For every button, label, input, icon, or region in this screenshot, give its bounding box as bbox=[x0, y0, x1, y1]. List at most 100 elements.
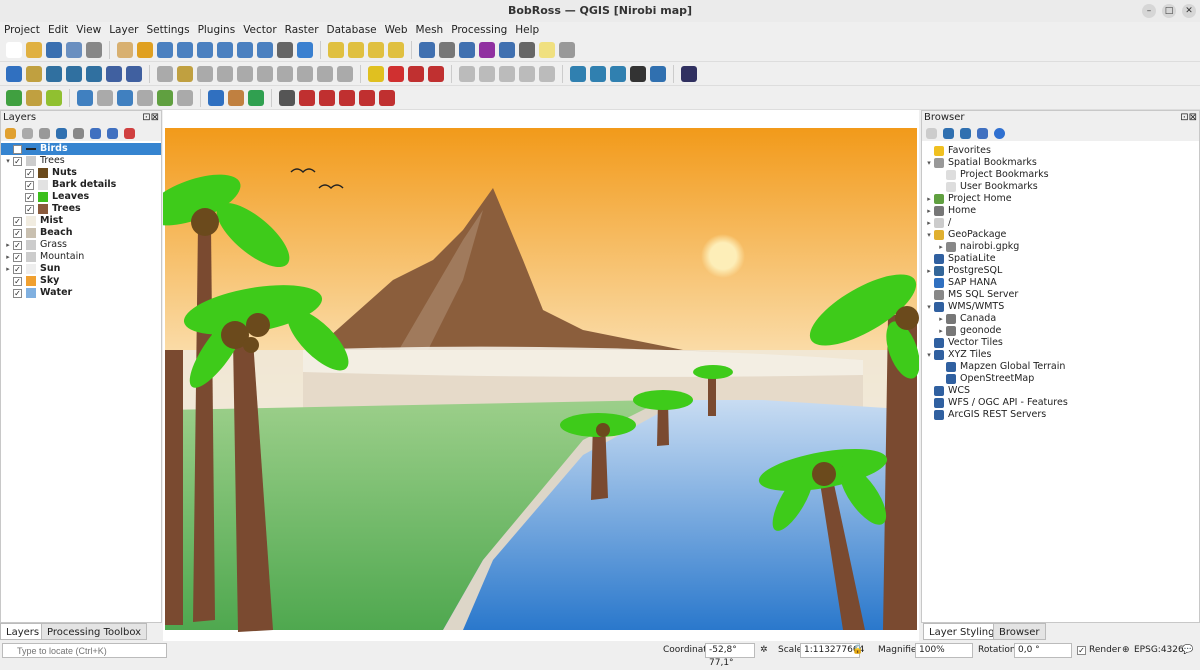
toolbar-tool-icon[interactable] bbox=[137, 89, 153, 106]
toolbar-tool-icon[interactable] bbox=[157, 65, 173, 82]
browser-item[interactable]: ▸ Home bbox=[922, 205, 1199, 217]
toolbar-tool-icon[interactable] bbox=[408, 65, 424, 82]
layer-item[interactable]: ▾ ✓ Trees bbox=[1, 155, 161, 167]
expand-arrow-icon[interactable]: ▾ bbox=[924, 349, 934, 361]
browser-item[interactable]: ▸ nairobi.gpkg bbox=[922, 241, 1199, 253]
toolbar-tool-icon[interactable] bbox=[46, 41, 62, 58]
layer-item[interactable]: ✓ Mist bbox=[1, 215, 161, 227]
tab-processing-toolbox[interactable]: Processing Toolbox bbox=[41, 623, 148, 640]
browser-item[interactable]: SAP HANA bbox=[922, 277, 1199, 289]
expand-all-icon[interactable] bbox=[90, 127, 101, 139]
expand-arrow-icon[interactable]: ▸ bbox=[936, 241, 946, 253]
toolbar-tool-icon[interactable] bbox=[499, 41, 515, 58]
browser-item[interactable]: SpatiaLite bbox=[922, 253, 1199, 265]
menu-edit[interactable]: Edit bbox=[48, 22, 68, 38]
layer-visibility-checkbox[interactable]: ✓ bbox=[25, 204, 34, 214]
browser-item[interactable]: WFS / OGC API - Features bbox=[922, 397, 1199, 409]
expand-arrow-icon[interactable]: ▸ bbox=[924, 217, 934, 229]
expand-arrow-icon[interactable]: ▸ bbox=[924, 265, 934, 277]
toolbar-tool-icon[interactable] bbox=[46, 65, 62, 82]
toolbar-tool-icon[interactable] bbox=[228, 89, 244, 106]
collapse-all-icon[interactable] bbox=[107, 127, 118, 139]
toolbar-tool-icon[interactable] bbox=[319, 89, 335, 106]
toolbar-tool-icon[interactable] bbox=[459, 65, 475, 82]
layer-visibility-checkbox[interactable]: ✓ bbox=[13, 288, 22, 298]
menu-database[interactable]: Database bbox=[327, 22, 377, 38]
layer-visibility-checkbox[interactable]: ✓ bbox=[13, 252, 22, 262]
toolbar-tool-icon[interactable] bbox=[208, 89, 224, 106]
toolbar-tool-icon[interactable] bbox=[197, 65, 213, 82]
toolbar-tool-icon[interactable] bbox=[86, 65, 102, 82]
collapse-all-icon[interactable] bbox=[977, 127, 988, 139]
toolbar-tool-icon[interactable] bbox=[459, 41, 475, 58]
toolbar-tool-icon[interactable] bbox=[419, 41, 435, 58]
layer-item[interactable]: ✓ Sky bbox=[1, 275, 161, 287]
toolbar-tool-icon[interactable] bbox=[368, 65, 384, 82]
toolbar-tool-icon[interactable] bbox=[66, 65, 82, 82]
expand-arrow-icon[interactable]: ▾ bbox=[924, 229, 934, 241]
toolbar-tool-icon[interactable] bbox=[277, 65, 293, 82]
close-button[interactable]: ✕ bbox=[1182, 4, 1196, 18]
expression-filter-icon[interactable] bbox=[73, 127, 84, 139]
browser-item[interactable]: ▾ WMS/WMTS bbox=[922, 301, 1199, 313]
toolbar-tool-icon[interactable] bbox=[317, 65, 333, 82]
expand-arrow-icon[interactable]: ▾ bbox=[924, 157, 934, 169]
expand-arrow-icon[interactable]: ▸ bbox=[3, 251, 13, 263]
toolbar-tool-icon[interactable] bbox=[299, 89, 315, 106]
toolbar-tool-icon[interactable] bbox=[157, 89, 173, 106]
layer-item[interactable]: ▸ ✓ Sun bbox=[1, 263, 161, 275]
style-icon[interactable] bbox=[5, 127, 16, 139]
toolbar-tool-icon[interactable] bbox=[337, 65, 353, 82]
toolbar-tool-icon[interactable] bbox=[106, 65, 122, 82]
tab-layer-styling[interactable]: Layer Styling bbox=[923, 623, 1001, 640]
filter-icon[interactable] bbox=[56, 127, 67, 139]
toolbar-tool-icon[interactable] bbox=[539, 41, 555, 58]
toolbar-tool-icon[interactable] bbox=[650, 65, 666, 82]
scale-field[interactable]: 1:113277664 bbox=[800, 643, 864, 658]
locator-input[interactable] bbox=[2, 643, 167, 658]
expand-arrow-icon[interactable]: ▸ bbox=[936, 313, 946, 325]
menu-help[interactable]: Help bbox=[515, 22, 539, 38]
layer-item[interactable]: ✓ Water bbox=[1, 287, 161, 299]
toolbar-tool-icon[interactable] bbox=[388, 41, 404, 58]
browser-item[interactable]: User Bookmarks bbox=[922, 181, 1199, 193]
toolbar-tool-icon[interactable] bbox=[439, 41, 455, 58]
toolbar-tool-icon[interactable] bbox=[217, 65, 233, 82]
magnifier-field[interactable]: 100% bbox=[915, 643, 973, 658]
layer-visibility-checkbox[interactable]: ✓ bbox=[13, 144, 22, 154]
toolbar-tool-icon[interactable] bbox=[539, 65, 555, 82]
expand-arrow-icon[interactable]: ▸ bbox=[936, 325, 946, 337]
toolbar-tool-icon[interactable] bbox=[117, 89, 133, 106]
panel-float-close-icon[interactable]: ⊡⊠ bbox=[142, 111, 159, 125]
toolbar-tool-icon[interactable] bbox=[279, 89, 295, 106]
expand-arrow-icon[interactable]: ▸ bbox=[924, 193, 934, 205]
menu-layer[interactable]: Layer bbox=[109, 22, 138, 38]
browser-item[interactable]: Vector Tiles bbox=[922, 337, 1199, 349]
tab-layers[interactable]: Layers bbox=[0, 623, 46, 640]
browser-item[interactable]: ArcGIS REST Servers bbox=[922, 409, 1199, 421]
toolbar-tool-icon[interactable] bbox=[26, 41, 42, 58]
toolbar-tool-icon[interactable] bbox=[590, 65, 606, 82]
map-canvas[interactable] bbox=[163, 110, 919, 641]
toolbar-tool-icon[interactable] bbox=[66, 41, 82, 58]
browser-item[interactable]: Project Bookmarks bbox=[922, 169, 1199, 181]
toolbar-tool-icon[interactable] bbox=[519, 41, 535, 58]
layer-visibility-checkbox[interactable]: ✓ bbox=[25, 168, 34, 178]
toolbar-tool-icon[interactable] bbox=[297, 41, 313, 58]
expand-arrow-icon[interactable]: ▸ bbox=[3, 239, 13, 251]
layer-visibility-checkbox[interactable]: ✓ bbox=[13, 156, 22, 166]
maximize-button[interactable]: □ bbox=[1162, 4, 1176, 18]
toolbar-tool-icon[interactable] bbox=[339, 89, 355, 106]
toolbar-tool-icon[interactable] bbox=[348, 41, 364, 58]
toolbar-tool-icon[interactable] bbox=[328, 41, 344, 58]
toolbar-tool-icon[interactable] bbox=[6, 65, 22, 82]
browser-item[interactable]: OpenStreetMap bbox=[922, 373, 1199, 385]
remove-layer-icon[interactable] bbox=[124, 127, 135, 139]
add-selected-icon[interactable] bbox=[926, 127, 937, 139]
toolbar-tool-icon[interactable] bbox=[610, 65, 626, 82]
browser-item[interactable]: ▸ PostgreSQL bbox=[922, 265, 1199, 277]
toolbar-tool-icon[interactable] bbox=[559, 41, 575, 58]
expand-arrow-icon[interactable]: ▸ bbox=[3, 263, 13, 275]
menu-raster[interactable]: Raster bbox=[285, 22, 319, 38]
browser-item[interactable]: ▸ geonode bbox=[922, 325, 1199, 337]
